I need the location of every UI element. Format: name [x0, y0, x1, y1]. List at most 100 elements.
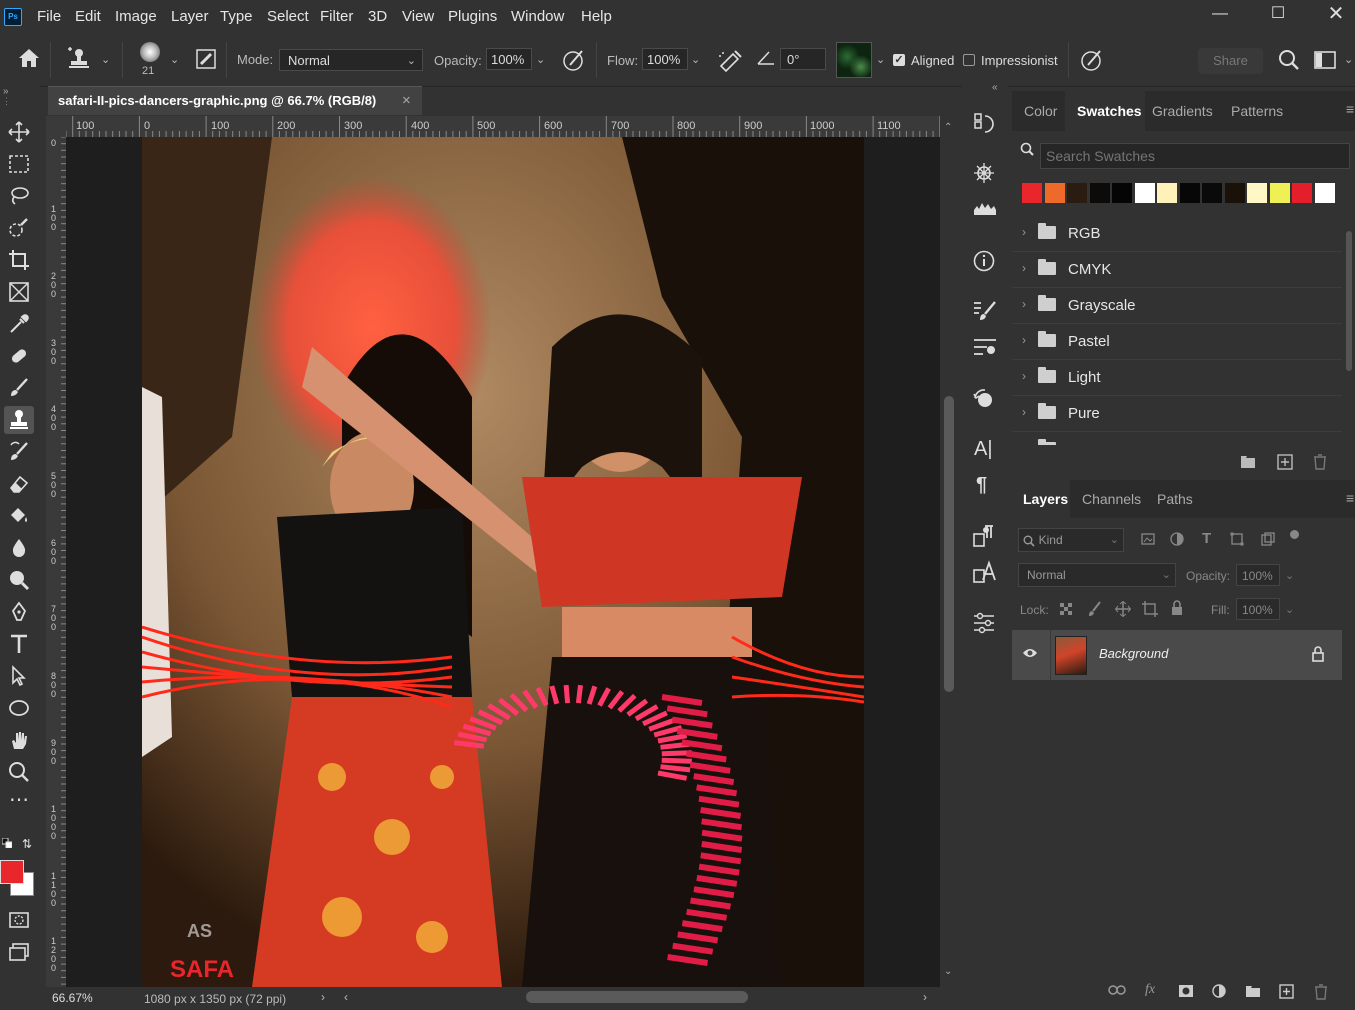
- quick-select-tool-icon[interactable]: [4, 214, 34, 242]
- scroll-up-icon[interactable]: ⌃: [944, 122, 952, 133]
- new-layer-icon[interactable]: [1279, 984, 1294, 999]
- canvas-area[interactable]: AS SAFA: [66, 137, 940, 987]
- color-swatch[interactable]: [1224, 183, 1245, 203]
- history-panel-icon[interactable]: [973, 112, 995, 136]
- color-swatch[interactable]: [1202, 183, 1222, 203]
- filter-toggle-icon[interactable]: [1290, 530, 1299, 539]
- menu-edit[interactable]: Edit: [75, 8, 101, 25]
- tab-paths[interactable]: Paths: [1157, 491, 1193, 507]
- screen-mode-icon[interactable]: [4, 938, 34, 966]
- canvas-vertical-scroll-thumb[interactable]: [944, 396, 954, 692]
- color-swatch[interactable]: [1089, 183, 1110, 203]
- swatch-group-cmyk[interactable]: › CMYK: [1012, 251, 1342, 288]
- close-document-icon[interactable]: ×: [402, 92, 411, 109]
- layer-row[interactable]: Background: [1012, 630, 1342, 680]
- search-icon[interactable]: [1278, 49, 1300, 71]
- brush-preview-icon[interactable]: [140, 42, 160, 62]
- lock-transparent-icon[interactable]: [1060, 603, 1074, 617]
- tab-patterns[interactable]: Patterns: [1231, 103, 1283, 119]
- fill-input[interactable]: 100%: [1236, 598, 1280, 620]
- menu-layer[interactable]: Layer: [171, 8, 209, 25]
- brushes-panel-icon[interactable]: [973, 300, 997, 322]
- paint-bucket-tool-icon[interactable]: [4, 502, 34, 530]
- default-colors-icon[interactable]: [2, 838, 12, 848]
- menu-file[interactable]: File: [37, 8, 61, 25]
- flow-chevron-down-icon[interactable]: ⌄: [691, 53, 700, 66]
- tab-layers[interactable]: Layers: [1023, 491, 1068, 507]
- color-swatch[interactable]: [1179, 183, 1200, 203]
- aligned-checkbox[interactable]: ✓: [893, 54, 905, 66]
- delete-swatch-icon[interactable]: [1313, 454, 1327, 470]
- ellipse-tool-icon[interactable]: [4, 694, 34, 722]
- libraries-panel-icon[interactable]: [973, 162, 995, 184]
- quick-mask-icon[interactable]: [4, 906, 34, 934]
- swap-colors-icon[interactable]: ⇅: [22, 837, 32, 851]
- character-styles-panel-icon[interactable]: [973, 560, 997, 584]
- layer-lock-icon[interactable]: [1312, 646, 1324, 662]
- clone-source-chevron-down-icon[interactable]: ⌄: [876, 53, 885, 66]
- fill-chevron-down-icon[interactable]: ⌄: [1285, 603, 1294, 616]
- adjustments-panel-icon[interactable]: [973, 612, 995, 634]
- filter-pixel-icon[interactable]: [1141, 533, 1155, 545]
- hand-tool-icon[interactable]: [4, 726, 34, 754]
- blur-tool-icon[interactable]: [4, 534, 34, 562]
- canvas-vertical-scrollbar[interactable]: ⌃ ⌄: [940, 116, 958, 987]
- zoom-tool-icon[interactable]: [4, 758, 34, 786]
- document-image[interactable]: AS SAFA: [142, 137, 864, 987]
- new-group-folder-icon[interactable]: [1240, 455, 1256, 469]
- eraser-tool-icon[interactable]: [4, 470, 34, 498]
- workspace-icon[interactable]: [1314, 51, 1336, 69]
- clone-source-swatch[interactable]: [836, 42, 872, 78]
- minimize-button[interactable]: —: [1200, 3, 1240, 25]
- menu-view[interactable]: View: [402, 8, 434, 25]
- character-panel-icon[interactable]: A|: [974, 438, 993, 461]
- marquee-tool-icon[interactable]: [4, 150, 34, 178]
- tab-gradients[interactable]: Gradients: [1152, 103, 1213, 119]
- type-tool-icon[interactable]: [4, 630, 34, 658]
- color-swatch[interactable]: [1044, 183, 1065, 203]
- layer-opacity-chevron-down-icon[interactable]: ⌄: [1285, 569, 1294, 582]
- opacity-input[interactable]: 100%: [486, 48, 532, 70]
- menu-plugins[interactable]: Plugins: [448, 8, 497, 25]
- close-window-button[interactable]: ✕: [1316, 3, 1355, 25]
- path-selection-tool-icon[interactable]: [4, 662, 34, 690]
- color-swatch[interactable]: [1112, 183, 1132, 203]
- swatches-scroll-thumb[interactable]: [1346, 231, 1352, 371]
- airbrush-icon[interactable]: [717, 48, 743, 72]
- color-swatch[interactable]: [1269, 183, 1290, 203]
- brush-tool-icon[interactable]: [4, 374, 34, 402]
- swatch-group-rgb[interactable]: › RGB: [1012, 215, 1342, 252]
- menu-select[interactable]: Select: [267, 8, 309, 25]
- foreground-color-swatch[interactable]: [0, 860, 24, 884]
- mode-select[interactable]: Normal ⌄: [279, 49, 423, 71]
- document-tab[interactable]: safari-II-pics-dancers-graphic.png @ 66.…: [48, 86, 422, 115]
- filter-smart-object-icon[interactable]: [1261, 532, 1275, 546]
- canvas-horizontal-scroll-thumb[interactable]: [526, 991, 748, 1003]
- brush-settings-icon[interactable]: [196, 49, 216, 69]
- new-group-icon[interactable]: [1245, 985, 1261, 998]
- lock-artboard-icon[interactable]: [1142, 601, 1158, 617]
- scroll-left-icon[interactable]: ‹: [344, 990, 348, 1004]
- add-mask-icon[interactable]: [1178, 984, 1194, 998]
- menu-filter[interactable]: Filter: [320, 8, 353, 25]
- eyedropper-tool-icon[interactable]: [4, 310, 34, 338]
- lock-image-icon[interactable]: [1088, 601, 1102, 617]
- color-swatch[interactable]: [1067, 183, 1087, 203]
- impressionist-checkbox[interactable]: [963, 54, 975, 66]
- crop-tool-icon[interactable]: [4, 246, 34, 274]
- paragraph-styles-panel-icon[interactable]: [973, 524, 995, 548]
- healing-brush-tool-icon[interactable]: [4, 342, 34, 370]
- pen-tool-icon[interactable]: [4, 598, 34, 626]
- search-swatches-input[interactable]: [1040, 143, 1350, 169]
- scroll-right-icon[interactable]: ›: [923, 990, 927, 1004]
- color-swatch[interactable]: [1157, 183, 1177, 203]
- share-button[interactable]: Share: [1198, 48, 1263, 74]
- menu-image[interactable]: Image: [115, 8, 157, 25]
- swatch-group-partial[interactable]: ›: [1012, 431, 1342, 445]
- tool-preset-chevron-down-icon[interactable]: ⌄: [101, 53, 110, 66]
- clone-stamp-preset-icon[interactable]: [66, 47, 92, 69]
- flow-input[interactable]: 100%: [642, 48, 688, 70]
- swatch-group-pure[interactable]: › Pure: [1012, 395, 1342, 432]
- paragraph-panel-icon[interactable]: ¶: [976, 474, 987, 497]
- blend-mode-select[interactable]: Normal ⌄: [1018, 563, 1176, 587]
